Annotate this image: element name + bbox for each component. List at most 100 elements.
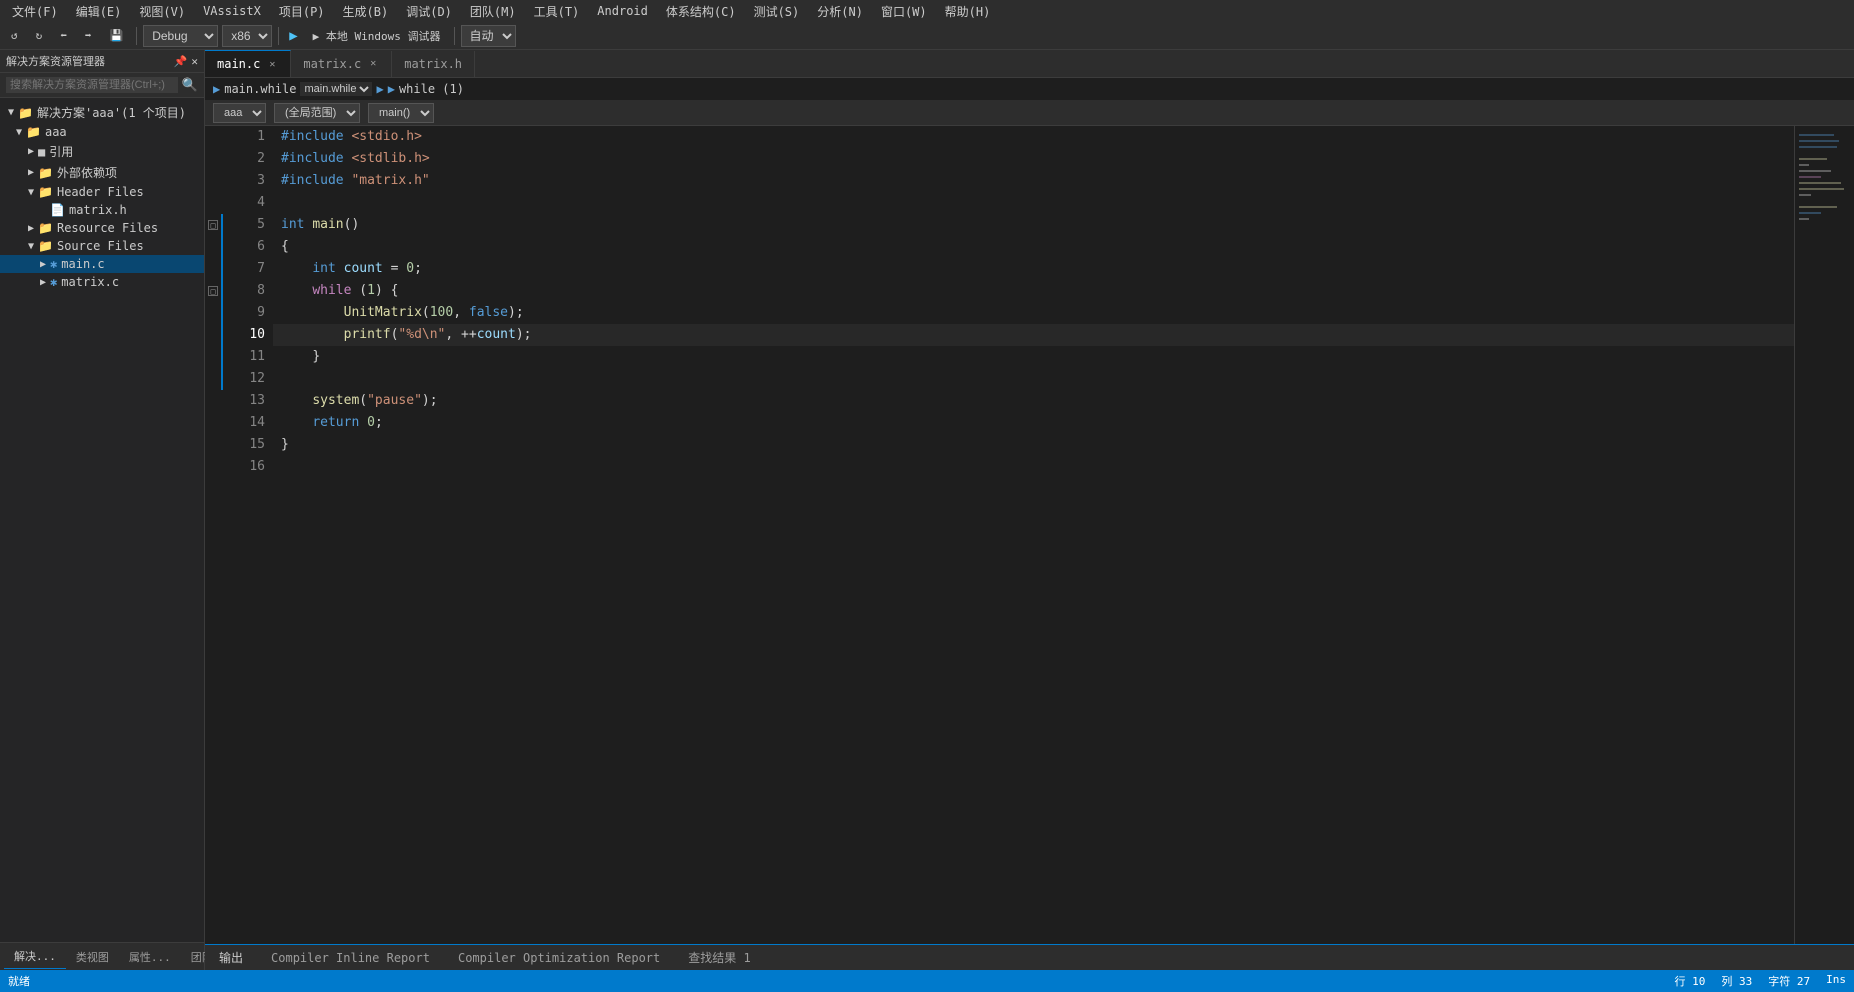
minimap[interactable] [1794, 126, 1854, 944]
code-indent-13 [281, 390, 312, 412]
menu-team[interactable]: 团队(M) [462, 1, 524, 22]
kw-while-8: while [312, 280, 351, 302]
mc-label: main.c [61, 257, 104, 271]
tab-matrix-h[interactable]: matrix.h [392, 51, 475, 77]
toolbar-save[interactable]: 💾 [103, 26, 131, 45]
output-tab-find-results[interactable]: 查找结果 1 [674, 945, 764, 970]
sidebar-tab-classview[interactable]: 类视图 [66, 945, 119, 969]
sidebar-close-icon[interactable]: ✕ [191, 55, 198, 68]
ext-icon: 📁 [38, 166, 53, 180]
menu-vassistx[interactable]: VAssistX [195, 2, 269, 20]
sidebar-tab-solution[interactable]: 解决... [4, 944, 66, 969]
menu-architecture[interactable]: 体系结构(C) [658, 1, 744, 22]
file-scope-dropdown[interactable]: aaa [213, 103, 266, 123]
code-brace-close-15: } [281, 434, 289, 456]
code-editor[interactable]: □ □ [205, 126, 1854, 944]
code-line-15: } [273, 434, 1794, 456]
tree-external-deps[interactable]: ▶ 📁 外部依赖项 [0, 162, 204, 183]
menu-view[interactable]: 视图(V) [131, 1, 193, 22]
global-scope-dropdown[interactable]: (全局范围) [274, 103, 360, 123]
menu-debug[interactable]: 调试(D) [398, 1, 460, 22]
play-button[interactable]: ▶ [285, 28, 301, 44]
code-unitmatrix-paren: ( [422, 302, 430, 324]
search-icon[interactable]: 🔍 [182, 78, 198, 93]
toolbar-undo[interactable]: ↺ [4, 26, 25, 45]
code-line-2: #include <stdlib.h> [273, 148, 1794, 170]
menu-file[interactable]: 文件(F) [4, 1, 66, 22]
tree-matrix-c[interactable]: ▶ ✱ matrix.c [0, 273, 204, 291]
sidebar-tab-properties[interactable]: 属性... [119, 945, 181, 969]
kw-system: system [312, 390, 359, 412]
kw-unitmatrix: UnitMatrix [344, 302, 422, 324]
kw-count-7: count [344, 258, 383, 280]
solution-arrow-icon: ▼ [8, 107, 14, 118]
tab-main-c-close[interactable]: ✕ [266, 58, 278, 71]
status-right: 行 10 列 33 字符 27 Ins [1675, 973, 1847, 989]
tree-source-files[interactable]: ▼ 📁 Source Files [0, 237, 204, 255]
menu-test[interactable]: 测试(S) [746, 1, 808, 22]
sidebar-search-bar: 🔍 [0, 73, 204, 98]
toolbar-back[interactable]: ⬅ [53, 26, 74, 45]
toolbar-redo[interactable]: ↻ [29, 26, 50, 45]
menu-window[interactable]: 窗口(W) [873, 1, 935, 22]
res-arrow-icon: ▶ [28, 223, 34, 234]
breadcrumb-bar: ▶ main.while main.while ▶ ▶ while (1) [205, 78, 1854, 101]
output-tab-output[interactable]: 输出 [205, 945, 257, 970]
ext-arrow-icon: ▶ [28, 167, 34, 178]
tree-resource-files[interactable]: ▶ 📁 Resource Files [0, 219, 204, 237]
tab-main-c-label: main.c [217, 57, 260, 71]
hdr-arrow-icon: ▼ [28, 187, 34, 198]
code-unitmatrix-close: ); [508, 302, 524, 324]
platform-dropdown[interactable]: x86 x64 [222, 25, 272, 47]
menu-edit[interactable]: 编辑(E) [68, 1, 130, 22]
sidebar: 解决方案资源管理器 📌 ✕ 🔍 ▼ 📁 解决方案'aaa'(1 个项目) ▼ 📁… [0, 50, 205, 970]
breadcrumb-dropdown1[interactable]: main.while [300, 82, 372, 96]
tree-project-aaa[interactable]: ▼ 📁 aaa [0, 123, 204, 141]
tab-main-c[interactable]: main.c ✕ [205, 50, 291, 77]
menu-project[interactable]: 项目(P) [271, 1, 333, 22]
tree-matrix-h[interactable]: ▶ 📄 matrix.h [0, 201, 204, 219]
auto-dropdown[interactable]: 自动 [461, 25, 516, 47]
line-num-12: 12 [241, 368, 265, 390]
code-space-1 [344, 126, 352, 148]
menu-android[interactable]: Android [589, 2, 656, 20]
tree-solution[interactable]: ▼ 📁 解决方案'aaa'(1 个项目) [0, 102, 204, 123]
code-content[interactable]: #include <stdio.h> #include <stdlib.h> #… [273, 126, 1794, 944]
src-arrow-icon: ▼ [28, 241, 34, 252]
code-indent-9 [281, 302, 344, 324]
project-arrow-icon: ▼ [16, 127, 22, 138]
output-tab-compiler-inline[interactable]: Compiler Inline Report [257, 947, 444, 969]
solution-label: 解决方案'aaa'(1 个项目) [37, 104, 186, 121]
tree-header-files[interactable]: ▼ 📁 Header Files [0, 183, 204, 201]
menu-analyze[interactable]: 分析(N) [809, 1, 871, 22]
src-icon: 📁 [38, 239, 53, 253]
code-indent-10 [281, 324, 344, 346]
fold-btn-5[interactable]: □ [208, 220, 218, 230]
breadcrumb-part1[interactable]: main.while [224, 82, 296, 96]
menu-tools[interactable]: 工具(T) [526, 1, 588, 22]
menu-help[interactable]: 帮助(H) [937, 1, 999, 22]
code-space-3 [344, 170, 352, 192]
sidebar-pin-icon[interactable]: 📌 [174, 55, 188, 68]
search-input[interactable] [6, 77, 178, 93]
gutter-1 [205, 126, 221, 148]
tab-matrix-c[interactable]: matrix.c ✕ [291, 51, 392, 77]
code-gutter: □ □ [205, 126, 221, 944]
kw-printf: printf [344, 324, 391, 346]
tree-main-c[interactable]: ▶ ✱ main.c [0, 255, 204, 273]
gutter-13 [205, 390, 221, 412]
fold-btn-8[interactable]: □ [208, 286, 218, 296]
menu-build[interactable]: 生成(B) [335, 1, 397, 22]
code-comma-10: , [445, 324, 461, 346]
function-scope-dropdown[interactable]: main() [368, 103, 434, 123]
output-tab-compiler-opt[interactable]: Compiler Optimization Report [444, 947, 674, 969]
play-label[interactable]: ▶ 本地 Windows 调试器 [306, 25, 448, 47]
kw-int-5: int [281, 214, 304, 236]
tree-references[interactable]: ▶ ■ 引用 [0, 141, 204, 162]
mxc-label: matrix.c [61, 275, 119, 289]
code-line-10: printf ( "%d\n" , ++ count ); [273, 324, 1794, 346]
tab-matrix-c-close[interactable]: ✕ [367, 57, 379, 70]
config-dropdown[interactable]: Debug Release [143, 25, 218, 47]
breadcrumb-part2[interactable]: while (1) [399, 82, 464, 96]
toolbar-forward[interactable]: ➡ [78, 26, 99, 45]
